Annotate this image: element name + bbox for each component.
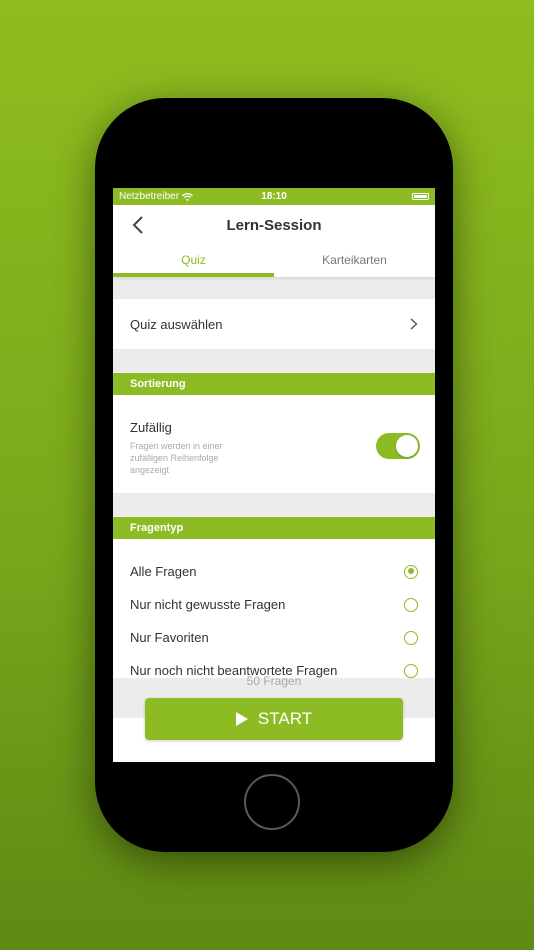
start-button-label: START xyxy=(257,709,313,728)
section-header-question-type: Fragentyp xyxy=(113,517,435,539)
back-chevron-icon[interactable] xyxy=(129,215,149,235)
quiz-select-label: Quiz auswählen xyxy=(130,316,223,332)
random-order-description: Fragen werden in einer zufälligen Reihen… xyxy=(130,441,223,475)
section-header-sorting: Sortierung xyxy=(113,373,435,395)
tab-karteikarten[interactable]: Karteikarten xyxy=(274,245,435,277)
navigation-bar: Lern-Session xyxy=(113,205,435,245)
home-button[interactable] xyxy=(244,774,300,830)
tab-bar: Quiz Karteikarten xyxy=(113,245,435,277)
app-screen: Netzbetreiber 18:10 Lern-Session Quiz Ka… xyxy=(113,188,435,762)
status-bar: Netzbetreiber 18:10 xyxy=(113,188,435,205)
radio-option-unknown[interactable]: Nur nicht gewusste Fragen xyxy=(113,588,435,621)
radio-option-all[interactable]: Alle Fragen xyxy=(113,555,435,588)
page-title: Lern-Session xyxy=(226,216,322,234)
random-order-row: Zufällig Fragen werden in einer zufällig… xyxy=(113,395,435,493)
status-time: 18:10 xyxy=(261,191,287,202)
question-count: 50 Fragen xyxy=(246,674,302,688)
radio-option-label: Nur Favoriten xyxy=(130,630,209,645)
start-button[interactable]: START xyxy=(145,698,403,740)
random-order-title: Zufällig xyxy=(130,420,172,435)
radio-unchecked-icon[interactable] xyxy=(404,630,418,645)
radio-option-label: Alle Fragen xyxy=(130,564,197,579)
play-icon xyxy=(235,712,248,726)
chevron-right-icon xyxy=(410,318,418,330)
toggle-knob xyxy=(396,435,418,457)
radio-option-favorites[interactable]: Nur Favoriten xyxy=(113,621,435,654)
tab-quiz[interactable]: Quiz xyxy=(113,245,274,277)
radio-checked-icon[interactable] xyxy=(404,564,418,579)
quiz-select-row[interactable]: Quiz auswählen xyxy=(113,299,435,349)
radio-unchecked-icon[interactable] xyxy=(404,597,418,612)
random-order-toggle[interactable] xyxy=(376,433,420,459)
battery-icon xyxy=(412,193,429,200)
question-type-list: Alle Fragen Nur nicht gewusste Fragen Nu… xyxy=(113,539,435,678)
radio-option-label: Nur nicht gewusste Fragen xyxy=(130,597,286,612)
